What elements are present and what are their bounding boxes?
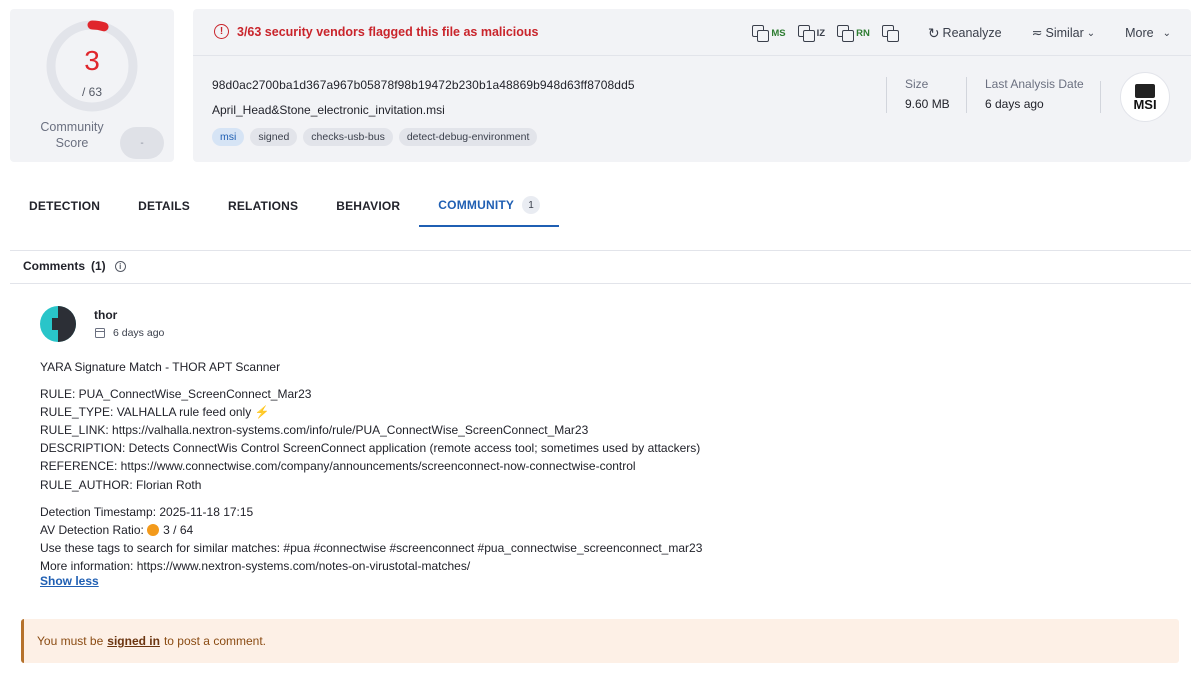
size-label: Size [905, 77, 929, 91]
comment-line: Use these tags to search for similar mat… [40, 540, 703, 555]
tab-community[interactable]: COMMUNITY 1 [419, 185, 560, 227]
community-score-toggle[interactable]: - [120, 127, 164, 159]
avatar[interactable] [40, 306, 76, 342]
file-tag[interactable]: signed [250, 128, 298, 146]
report-tabs: DETECTION DETAILS RELATIONS BEHAVIOR COM… [10, 185, 1191, 227]
similar-label: Similar [1045, 26, 1084, 40]
file-tag[interactable]: detect-debug-environment [398, 128, 538, 146]
comment-line: AV Detection Ratio: 3 / 64 [40, 522, 194, 537]
comments-title: Comments [23, 259, 86, 273]
alert-text: 3/63 security vendors flagged this file … [237, 24, 539, 39]
divider [1100, 81, 1101, 113]
refresh-icon: ↻ [927, 24, 940, 41]
tab-relations[interactable]: RELATIONS [209, 185, 317, 227]
comment-spacer [40, 494, 1140, 503]
file-name: April_Head&Stone_electronic_invitation.m… [212, 103, 445, 117]
copy-button[interactable] [880, 22, 900, 44]
comment-line: DESCRIPTION: Detects ConnectWis Control … [40, 441, 701, 456]
alert-row: ! 3/63 security vendors flagged this fil… [193, 9, 1191, 56]
detection-score-card: 3 / 63 Community Score - [10, 9, 174, 162]
copy-iz-label: IZ [816, 27, 826, 39]
reanalyze-button[interactable]: ↻ Reanalyze [926, 22, 1004, 44]
detection-count: 3 [84, 45, 100, 76]
copy-icon [797, 25, 815, 42]
engine-total: / 63 [81, 85, 102, 99]
copy-icon [837, 25, 855, 42]
comment-line: RULE: PUA_ConnectWise_ScreenConnect_Mar2… [40, 387, 312, 402]
comment-date: 6 days ago [95, 327, 164, 339]
file-hash[interactable]: 98d0ac2700ba1d367a967b05878f98b19472b230… [212, 78, 635, 92]
file-tags: msi signed checks-usb-bus detect-debug-envi… [212, 128, 538, 146]
comment-line: YARA Signature Match - THOR APT Scanner [40, 360, 281, 374]
comment-line: RULE_TYPE: VALHALLA rule feed only ⚡ [40, 405, 270, 420]
detection-gauge: 3 / 63 [45, 19, 139, 113]
chevron-down-icon: ⌄ [1162, 27, 1171, 39]
comments-count: (1) [91, 259, 106, 273]
file-size: Size 9.60 MB [886, 77, 950, 113]
comment-line: More information: https://www.nextron-sy… [40, 558, 471, 573]
signin-link[interactable]: signed in [107, 634, 160, 648]
copy-ms-label: MS [771, 27, 786, 39]
chevron-down-icon: ⌄ [1086, 27, 1096, 39]
signin-prefix: You must be [37, 634, 104, 648]
similar-dropdown[interactable]: ≂ Similar ⌄ [1030, 22, 1098, 44]
date-value: 6 days ago [985, 97, 1044, 111]
signin-suffix: to post a comment. [163, 634, 266, 648]
last-analysis-date: Last Analysis Date 6 days ago [966, 77, 1084, 113]
comment-line: Detection Timestamp: 2025-11-18 17:15 [40, 504, 254, 519]
date-label: Last Analysis Date [985, 77, 1084, 91]
msi-file-type-icon: MSI [1120, 72, 1170, 122]
comment-spacer [40, 376, 1140, 385]
toolbar: MS IZ RN ↻ Reanalyze ≂ Similar ⌄ More ⌄ [750, 22, 1173, 44]
copy-icon [881, 25, 899, 42]
divider [10, 283, 1191, 284]
reanalyze-label: Reanalyze [942, 26, 1002, 40]
copy-ms-button[interactable]: MS [750, 22, 787, 44]
comment-author[interactable]: thor [94, 308, 117, 322]
file-type-label: MSI [1133, 96, 1157, 112]
comment-line: RULE_AUTHOR: Florian Roth [40, 477, 202, 492]
comment-line: RULE_LINK: https://valhalla.nextron-syst… [40, 423, 589, 438]
comment-line: REFERENCE: https://www.connectwise.com/c… [40, 459, 636, 474]
tab-behavior[interactable]: BEHAVIOR [317, 185, 419, 227]
copy-iz-button[interactable]: IZ [796, 22, 827, 44]
malicious-alert: ! 3/63 security vendors flagged this fil… [214, 24, 539, 39]
tab-details[interactable]: DETAILS [119, 185, 209, 227]
show-less-link[interactable]: Show less [40, 574, 99, 588]
alert-circle-icon: ! [214, 24, 229, 39]
tab-detection[interactable]: DETECTION [10, 185, 119, 227]
calendar-icon [95, 328, 105, 338]
size-value: 9.60 MB [905, 97, 950, 111]
info-icon[interactable]: i [114, 260, 126, 272]
file-summary-card: ! 3/63 security vendors flagged this fil… [193, 9, 1191, 162]
more-label: More [1125, 26, 1154, 40]
comment-date-text: 6 days ago [113, 327, 165, 339]
copy-rn-button[interactable]: RN [835, 22, 872, 44]
community-score-label: Community Score [40, 120, 104, 150]
comment-body: YARA Signature Match - THOR APT Scanner R… [40, 358, 1140, 575]
copy-icon [752, 25, 770, 42]
file-tag[interactable]: checks-usb-bus [303, 128, 393, 146]
file-tag[interactable]: msi [212, 128, 245, 146]
divider [10, 250, 1191, 251]
signin-notice: You must be signed in to post a comment. [21, 619, 1179, 663]
copy-rn-label: RN [856, 27, 870, 39]
more-dropdown[interactable]: More ⌄ [1123, 22, 1173, 44]
comments-header: Comments (1) i [23, 259, 126, 273]
tab-community-badge: 1 [522, 196, 541, 214]
orange-dot-icon [147, 523, 160, 536]
similar-icon: ≂ [1031, 25, 1043, 40]
